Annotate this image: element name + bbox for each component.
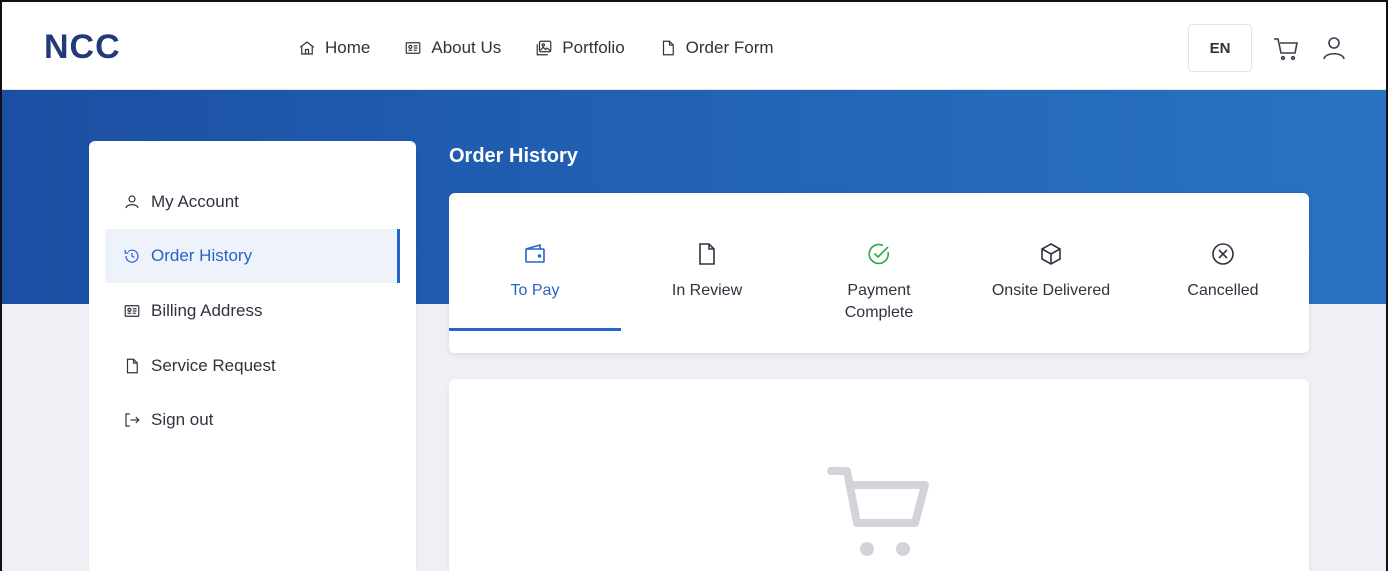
main-nav: Home About Us Portfolio Order Form <box>298 38 808 58</box>
nav-order-form[interactable]: Order Form <box>659 38 774 58</box>
sidebar-item-service-request[interactable]: Service Request <box>105 339 400 393</box>
sidebar-item-order-history[interactable]: Order History <box>105 229 400 283</box>
empty-cart-icon <box>827 467 929 556</box>
id-card-icon <box>124 305 140 317</box>
sidebar-item-label: Sign out <box>151 410 214 429</box>
sign-out-icon <box>125 413 140 427</box>
page-title: Order History <box>449 145 578 167</box>
app-frame: NCC Home About Us Portfolio Order Form E… <box>0 0 1388 571</box>
tab-to-pay[interactable]: To Pay <box>449 193 621 331</box>
tab-in-review[interactable]: In Review <box>621 193 793 331</box>
tab-cancelled[interactable]: Cancelled <box>1137 193 1309 331</box>
nav-about-us-label: About Us <box>431 38 502 57</box>
nav-portfolio-label: Portfolio <box>562 38 625 57</box>
user-button[interactable] <box>1320 34 1348 62</box>
orders-content-card <box>449 379 1309 571</box>
nav-about-us[interactable]: About Us <box>404 38 501 58</box>
nav-home-label: Home <box>325 38 371 57</box>
tab-label: Onsite Delivered <box>991 282 1111 299</box>
tab-label: To Pay <box>510 282 560 299</box>
user-icon <box>1323 37 1345 60</box>
tab-label: Cancelled <box>1187 282 1259 299</box>
home-icon <box>299 41 315 55</box>
nav-home[interactable]: Home <box>298 38 370 58</box>
nav-portfolio[interactable]: Portfolio <box>535 38 625 58</box>
file-icon <box>699 243 715 265</box>
history-icon <box>124 249 139 263</box>
top-header: NCC Home About Us Portfolio Order Form E… <box>2 2 1386 90</box>
sidebar-item-label: Service Request <box>151 356 276 375</box>
image-icon <box>536 40 552 56</box>
file-icon <box>662 40 674 56</box>
sidebar-item-my-account[interactable]: My Account <box>105 175 400 229</box>
cart-icon <box>1274 38 1298 61</box>
tab-payment-complete[interactable]: Payment Complete <box>793 193 965 331</box>
account-sidebar: My Account Order History Billing Address… <box>89 141 416 571</box>
language-button[interactable]: EN <box>1188 24 1252 72</box>
wallet-icon <box>525 243 545 263</box>
sidebar-item-label: My Account <box>151 192 239 211</box>
order-status-tabs: To Pay In Review Payment Complete Onsite… <box>449 193 1309 353</box>
sidebar-item-label: Billing Address <box>151 301 263 320</box>
x-circle-icon <box>1212 243 1234 265</box>
nav-order-form-label: Order Form <box>685 38 774 57</box>
logo[interactable]: NCC <box>44 28 121 67</box>
check-circle-icon <box>868 243 889 265</box>
empty-cart-illustration <box>827 463 931 563</box>
box-icon <box>1041 243 1061 265</box>
cart-button[interactable] <box>1272 34 1300 62</box>
tab-label: In Review <box>671 282 743 299</box>
sidebar-item-label: Order History <box>151 246 253 265</box>
sidebar-item-sign-out[interactable]: Sign out <box>105 393 400 447</box>
user-icon <box>125 195 139 209</box>
file-icon <box>126 358 138 374</box>
id-card-icon <box>406 42 421 54</box>
tab-onsite-delivered[interactable]: Onsite Delivered <box>965 193 1137 331</box>
sidebar-item-billing-address[interactable]: Billing Address <box>105 284 400 338</box>
tab-label: Payment Complete <box>844 282 914 321</box>
